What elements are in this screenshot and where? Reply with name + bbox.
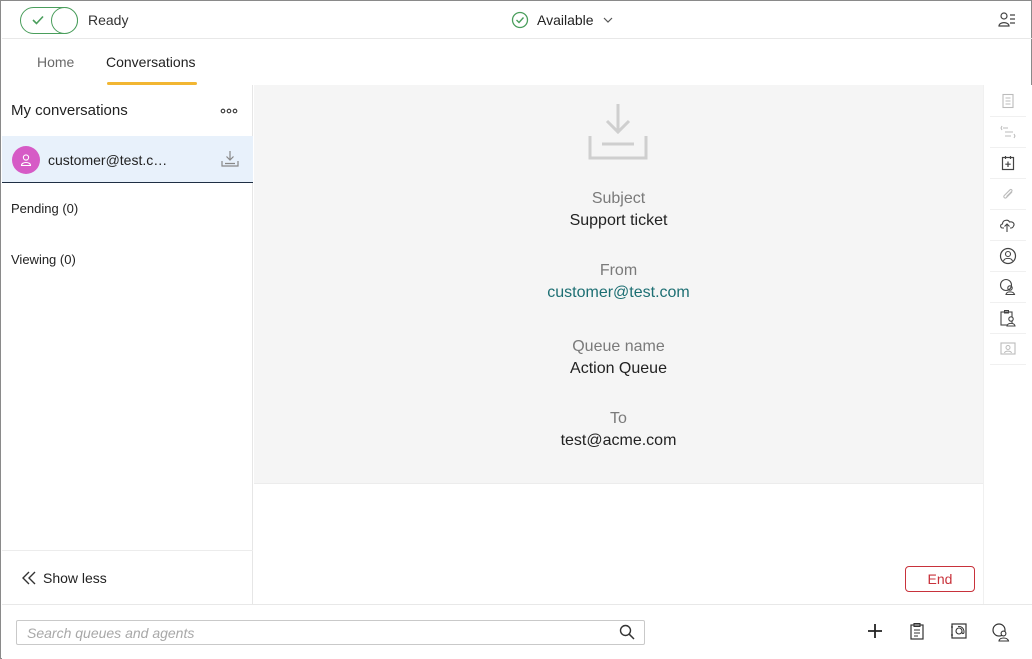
agent-search-icon[interactable] — [991, 622, 1011, 642]
right-toolbar — [983, 85, 1032, 604]
contact-card-button[interactable] — [990, 303, 1026, 334]
top-bar: Ready Available — [2, 2, 1032, 39]
conversations-sidebar: My conversations customer@test.c… Pendin… — [2, 85, 253, 604]
to-label: To — [610, 410, 627, 427]
add-icon[interactable] — [866, 622, 884, 640]
pending-section[interactable]: Pending (0) — [11, 201, 78, 216]
more-horizontal-icon — [220, 108, 238, 114]
notes-icon — [1002, 93, 1014, 109]
user-settings-button[interactable] — [998, 11, 1016, 34]
sidebar-footer: Show less — [2, 550, 253, 604]
search-queues-input[interactable] — [16, 620, 645, 645]
queue-label: Queue name — [572, 338, 665, 355]
person-icon — [20, 154, 32, 167]
more-options-button[interactable] — [220, 102, 238, 125]
add-task-icon — [1001, 156, 1015, 171]
end-button[interactable]: End — [905, 566, 975, 592]
show-less-label: Show less — [43, 570, 107, 586]
conversation-label: customer@test.c… — [48, 152, 168, 168]
conversation-details: Subject Support ticket From customer@tes… — [254, 85, 983, 483]
from-label: From — [599, 262, 638, 279]
show-less-button[interactable]: Show less — [21, 570, 107, 586]
viewing-section[interactable]: Viewing (0) — [11, 252, 76, 267]
to-value: test@acme.com — [560, 432, 677, 449]
conversation-item[interactable]: customer@test.c… — [2, 136, 253, 183]
attachment-button[interactable] — [990, 179, 1026, 210]
email-channel-icon[interactable] — [950, 622, 968, 640]
contact-frame-icon — [1000, 342, 1016, 355]
upload-cloud-icon — [1000, 219, 1015, 232]
contact-icon — [999, 247, 1017, 265]
transcript-button[interactable] — [990, 117, 1026, 148]
queue-field: Queue name Action Queue — [254, 338, 983, 378]
conversation-actions-area: End — [254, 483, 983, 604]
check-icon — [32, 15, 44, 25]
subject-label: Subject — [591, 190, 646, 207]
queue-value: Action Queue — [570, 360, 667, 377]
notes-button[interactable] — [990, 86, 1026, 117]
contact-button[interactable] — [990, 241, 1026, 272]
search-icon[interactable] — [619, 624, 635, 640]
add-task-button[interactable] — [990, 148, 1026, 179]
sidebar-title: My conversations — [11, 102, 128, 119]
ready-toggle[interactable] — [20, 7, 78, 34]
contact-frame-button[interactable] — [990, 334, 1026, 365]
subject-value: Support ticket — [569, 212, 668, 229]
to-field: To test@acme.com — [254, 410, 983, 450]
double-chevron-left-icon — [22, 571, 36, 585]
from-value-link[interactable]: customer@test.com — [254, 284, 983, 302]
clipboard-icon[interactable] — [908, 622, 926, 640]
attachment-icon — [1003, 188, 1013, 199]
upload-button[interactable] — [990, 210, 1026, 241]
tab-home[interactable]: Home — [37, 54, 74, 70]
toggle-knob — [51, 7, 78, 34]
bottom-bar — [2, 604, 1032, 659]
contact-search-icon — [999, 278, 1016, 296]
chevron-down-icon — [603, 17, 612, 23]
tab-conversations[interactable]: Conversations — [106, 54, 196, 70]
availability-dropdown[interactable]: Available — [511, 11, 614, 29]
contact-card-icon — [1000, 310, 1016, 327]
accept-download-icon[interactable] — [220, 149, 240, 169]
from-field: From customer@test.com — [254, 262, 983, 302]
availability-label: Available — [537, 12, 594, 28]
user-settings-icon — [998, 12, 1015, 27]
transcript-icon — [1000, 125, 1016, 139]
app-window: Ready Available Home Conversations My co… — [0, 0, 1032, 659]
avatar — [12, 146, 40, 174]
ready-label: Ready — [88, 12, 129, 28]
main-tabs: Home Conversations — [2, 39, 1032, 85]
available-check-icon — [511, 11, 529, 29]
inbox-download-icon — [588, 104, 648, 160]
contact-search-button[interactable] — [990, 272, 1026, 303]
subject-field: Subject Support ticket — [254, 190, 983, 230]
